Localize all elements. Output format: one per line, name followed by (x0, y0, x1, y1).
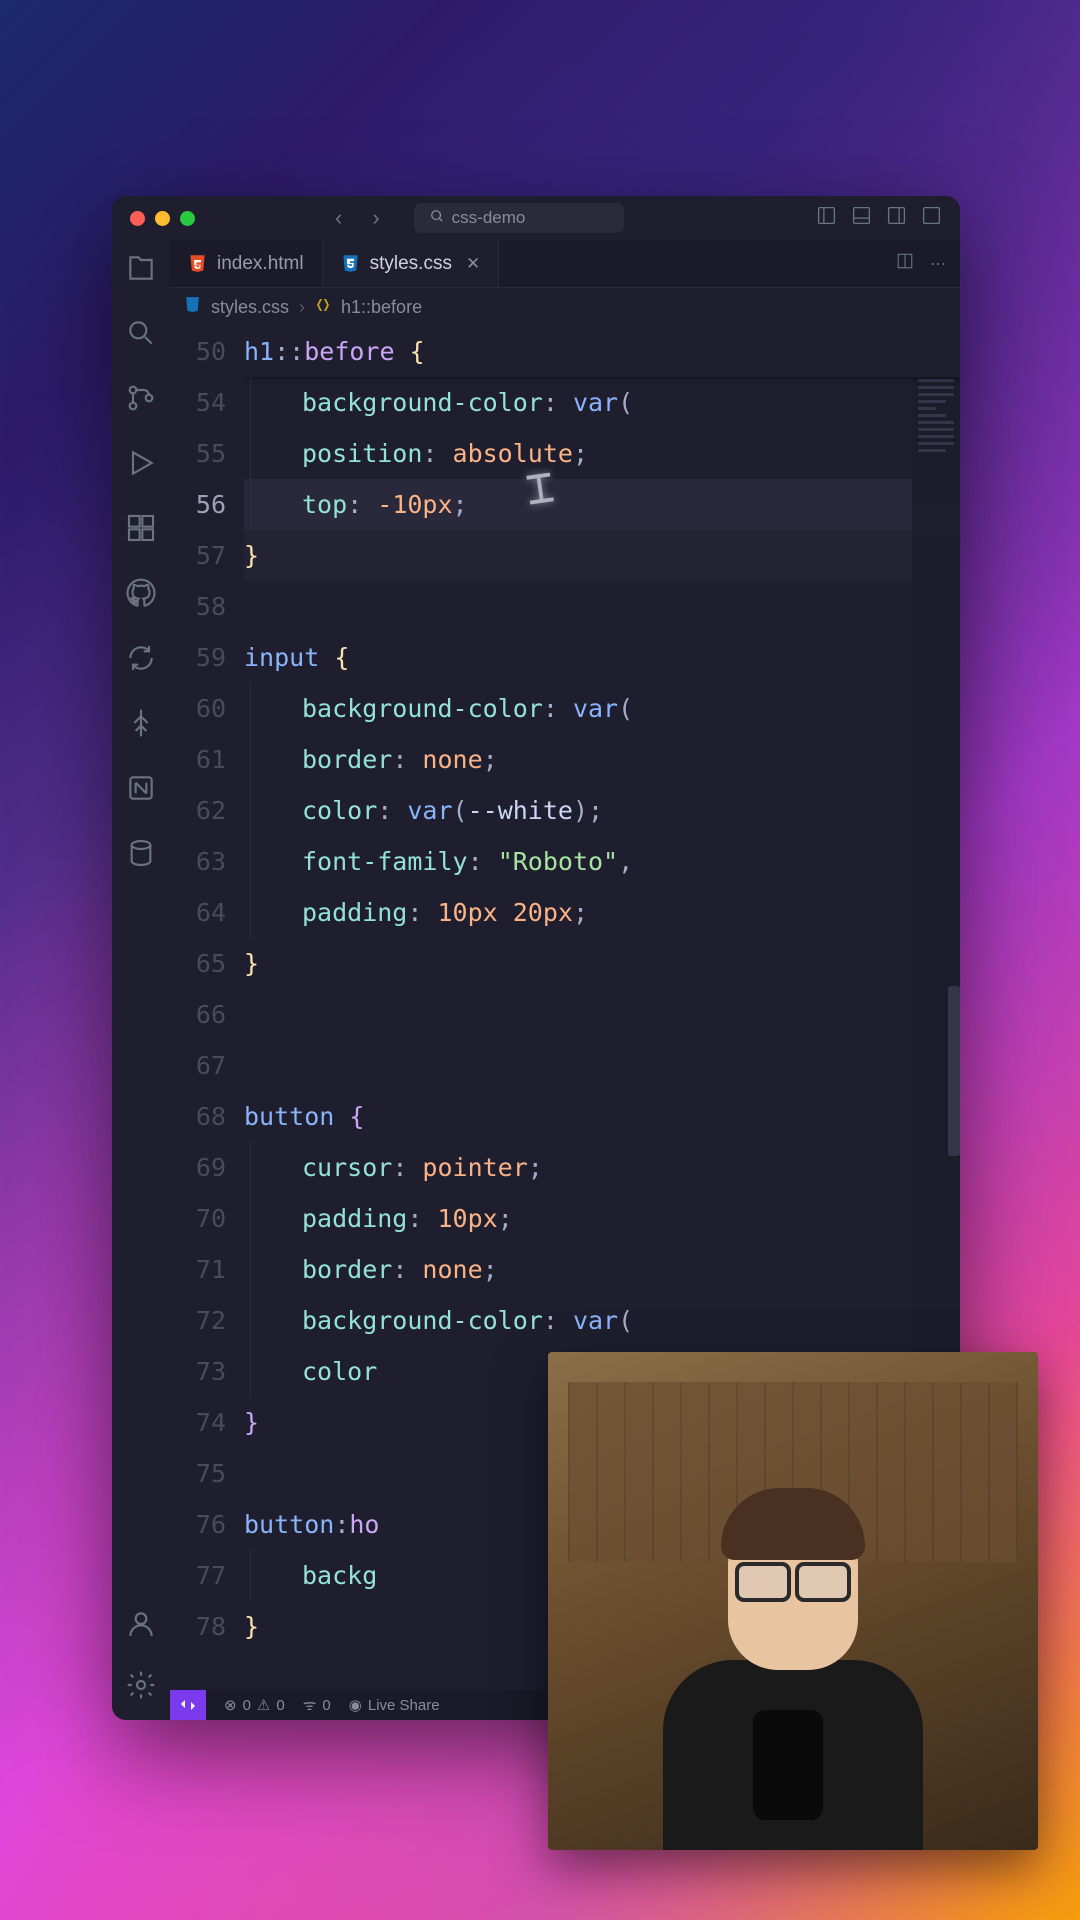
minimap-scrollbar[interactable] (948, 986, 960, 1156)
css3-icon (184, 296, 201, 318)
html5-icon (188, 254, 207, 273)
titlebar: ‹ › css-demo (112, 196, 960, 240)
layout-icon[interactable] (921, 205, 942, 231)
remote-indicator[interactable] (170, 1690, 206, 1720)
tab-label: index.html (217, 253, 304, 275)
more-actions-icon[interactable]: ⋯ (930, 254, 946, 274)
symbol-icon (315, 297, 331, 318)
errors-warnings[interactable]: ⊗ 0 ⚠ 0 (224, 1696, 285, 1714)
error-icon: ⊗ (224, 1696, 237, 1714)
tab-label: styles.css (370, 253, 452, 275)
search-text: css-demo (452, 208, 526, 228)
minimize-window-button[interactable] (155, 211, 170, 226)
search-icon (430, 208, 444, 228)
panel-bottom-icon[interactable] (851, 205, 872, 231)
breadcrumb-symbol: h1::before (341, 297, 422, 318)
close-tab-icon[interactable]: ✕ (466, 254, 480, 274)
chevron-right-icon: › (299, 297, 305, 318)
debug-icon[interactable] (125, 447, 157, 484)
command-center[interactable]: css-demo (414, 203, 624, 233)
nav-arrows: ‹ › (335, 205, 380, 231)
live-share-icon: ◉ (349, 1696, 362, 1714)
breadcrumb[interactable]: styles.css › h1::before (170, 288, 960, 326)
warning-icon: ⚠ (257, 1696, 270, 1714)
panel-left-icon[interactable] (816, 205, 837, 231)
window-controls (130, 211, 195, 226)
tab-index-html[interactable]: index.html (170, 240, 323, 287)
github-icon[interactable] (125, 577, 157, 614)
settings-gear-icon[interactable] (125, 1669, 157, 1706)
antenna-icon: ᯤ (303, 1695, 317, 1715)
activity-bar (112, 240, 170, 1720)
nav-forward-icon[interactable]: › (372, 205, 379, 231)
editor-tabs: index.html styles.css ✕ ⋯ (170, 240, 960, 288)
extensions-icon[interactable] (125, 512, 157, 549)
source-control-icon[interactable] (125, 382, 157, 419)
maximize-window-button[interactable] (180, 211, 195, 226)
line-gutter: 5054555657585960616263646566676869707172… (170, 326, 244, 1690)
live-share[interactable]: ◉ Live Share (349, 1696, 440, 1714)
ports[interactable]: ᯤ 0 (303, 1695, 331, 1715)
close-window-button[interactable] (130, 211, 145, 226)
database-icon[interactable] (125, 837, 157, 874)
breadcrumb-file: styles.css (211, 297, 289, 318)
split-editor-icon[interactable] (896, 252, 914, 275)
notion-icon[interactable] (125, 772, 157, 809)
account-icon[interactable] (125, 1608, 157, 1645)
css3-icon (341, 254, 360, 273)
tree-icon[interactable] (125, 707, 157, 744)
explorer-icon[interactable] (125, 252, 157, 289)
search-icon[interactable] (125, 317, 157, 354)
sync-icon[interactable] (125, 642, 157, 679)
webcam-overlay (548, 1352, 1038, 1850)
nav-back-icon[interactable]: ‹ (335, 205, 342, 231)
tab-styles-css[interactable]: styles.css ✕ (323, 240, 500, 287)
panel-right-icon[interactable] (886, 205, 907, 231)
